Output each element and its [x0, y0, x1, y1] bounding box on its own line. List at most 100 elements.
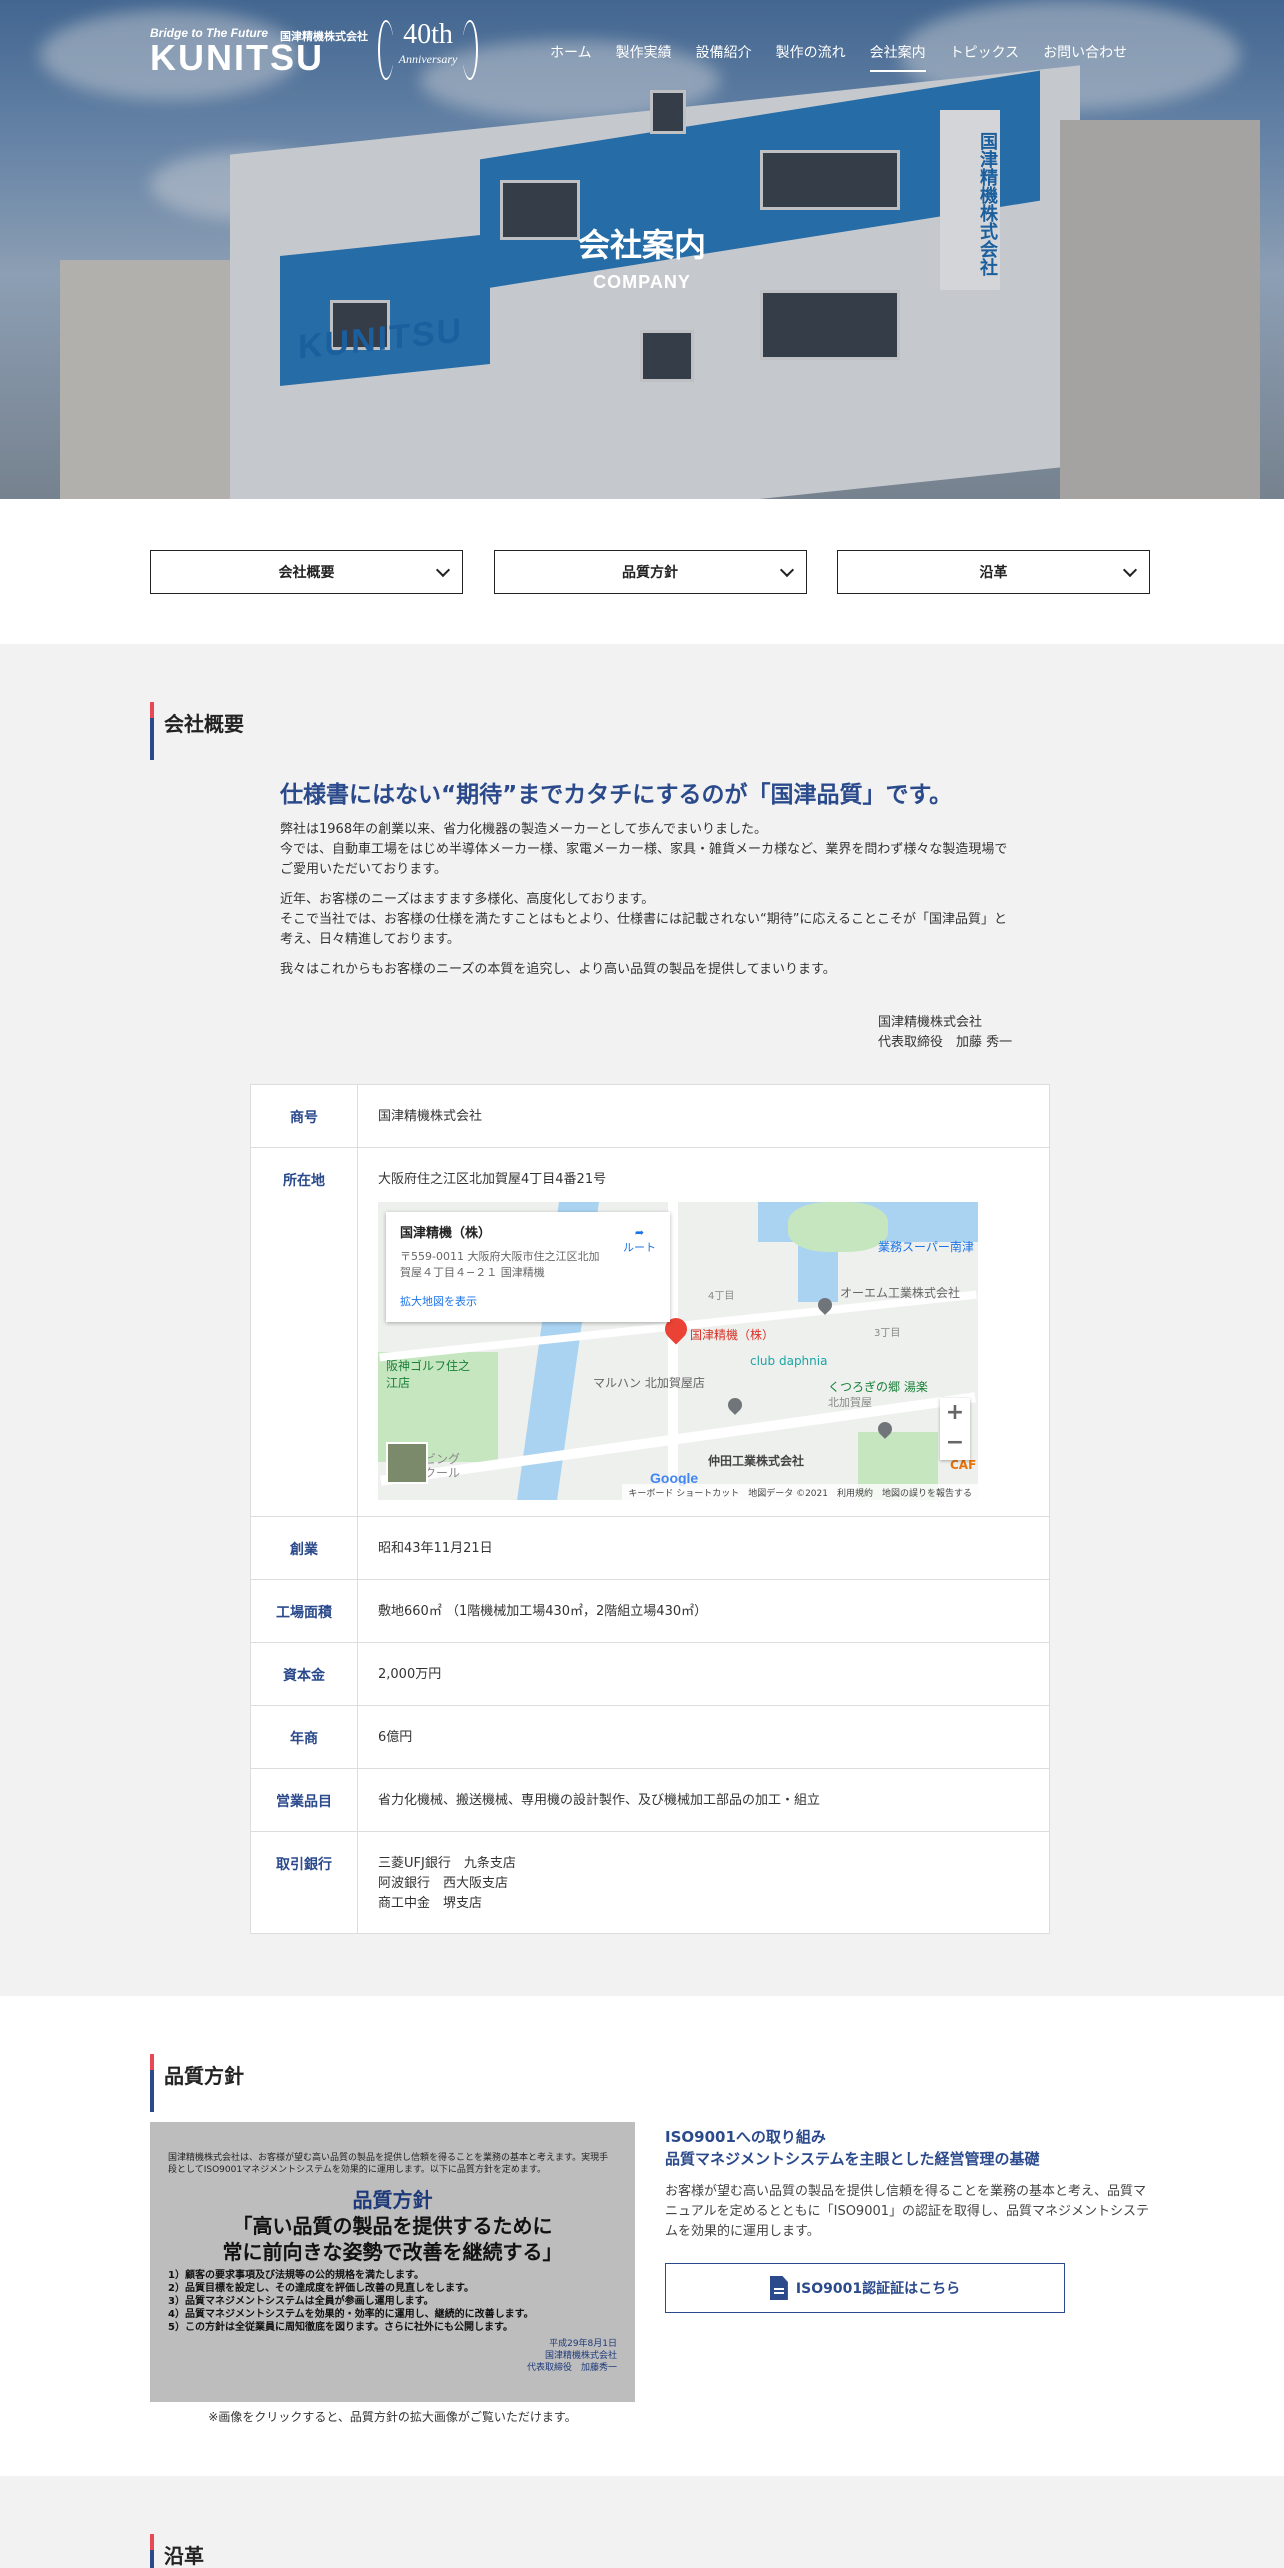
map-info-card: 国津精機（株） 〒559-0011 大阪府大阪市住之江区北加賀屋４丁目４−２１ … [386, 1212, 670, 1322]
global-nav: ホーム 製作実績 設備紹介 製作の流れ 会社案内 トピックス お問い合わせ [550, 42, 1151, 72]
map-label-marker: 国津精機（株） [690, 1328, 775, 1342]
map-label: マルハン 北加賀屋店 [593, 1376, 705, 1390]
map-zoom-control: + − [940, 1398, 970, 1460]
anchor-overview[interactable]: 会社概要 [150, 550, 463, 594]
row-label: 資本金 [251, 1643, 358, 1705]
policy-image-signature: 平成29年8月1日 国津精機株式会社 代表取締役 加藤秀一 [526, 2339, 617, 2373]
page-title-block: 会社案内 COMPANY [0, 220, 1284, 293]
nav-topics[interactable]: トピックス [950, 42, 1020, 62]
nav-flow[interactable]: 製作の流れ [776, 42, 846, 62]
chevron-down-icon [1122, 562, 1138, 578]
map-park [788, 1202, 888, 1252]
map-route-button[interactable]: ➦ ルート [623, 1226, 656, 1255]
table-row: 年商 6億円 [251, 1706, 1049, 1769]
address-text: 大阪府住之江区北加賀屋4丁目4番21号 [378, 1172, 607, 1187]
directions-icon: ➦ [634, 1226, 645, 1239]
quality-title-line1: ISO9001への取り組み [665, 2128, 826, 2146]
anchor-label: 品質方針 [622, 565, 678, 581]
row-value: 三菱UFJ銀行 九条支店 阿波銀行 西大阪支店 商工中金 堺支店 [378, 1856, 516, 1911]
intro-paragraph: 近年、お客様のニーズはますます多様化、高度化しております。 そこで当社では、お客… [280, 892, 1008, 947]
anniversary-badge: 40th Anniversary [378, 18, 478, 84]
intro-paragraph: 弊社は1968年の創業以来、省力化機器の製造メーカーとして歩んでまいりました。 … [280, 822, 1008, 877]
row-label: 工場面積 [251, 1580, 358, 1642]
chevron-down-icon [435, 562, 451, 578]
map-label: くつろぎの郷 湯楽 [828, 1380, 928, 1394]
map-label: 仲田工業株式会社 [708, 1454, 805, 1468]
google-map[interactable]: 業務スーパー南津 オーエム工業株式会社 club daphnia マルハン 北加… [378, 1202, 978, 1500]
quality-body: お客様が望む高い品質の製品を提供し信頼を得ることを業務の基本と考え、品質マニュア… [665, 2184, 1150, 2239]
policy-item: 1）顧客の要求事項及び法規等の公的規格を満たします。 [168, 2270, 424, 2281]
row-value: 6億円 [378, 1730, 413, 1745]
table-row: 営業品目 省力化機械、搬送機械、専用機の設計製作、及び機械加工部品の加工・組立 [251, 1769, 1049, 1832]
laurel-icon [462, 20, 478, 80]
policy-item: 5）この方針は全従業員に周知徹底を図ります。さらに社外にも公開します。 [168, 2322, 513, 2333]
map-label: オーエム工業株式会社 [840, 1286, 961, 1300]
row-label: 営業品目 [251, 1769, 358, 1831]
nav-home[interactable]: ホーム [550, 42, 592, 62]
site-logo[interactable]: Bridge to The Future 国津精機株式会社 KUNITSU [150, 26, 368, 78]
nav-equipment[interactable]: 設備紹介 [696, 42, 752, 62]
row-value: 2,000万円 [378, 1667, 442, 1682]
place-pin-icon[interactable] [725, 1395, 745, 1415]
map-footer: キーボード ショートカット 地図データ ©2021 利用規約 地図の誤りを報告す… [622, 1484, 978, 1500]
street-view-thumbnail[interactable] [386, 1442, 428, 1484]
policy-item: 4）品質マネジメントシステムを効果的・効率的に運用し、継続的に改善します。 [168, 2309, 534, 2320]
map-label: CAF [950, 1458, 977, 1472]
page-subtitle: COMPANY [593, 272, 691, 292]
hero-banner: KUNITSU 国津精機株式会社 Bridge to The Future 国津… [0, 0, 1284, 499]
signature-person: 代表取締役 加藤 秀一 [878, 1035, 1013, 1050]
iso-certificate-button[interactable]: ISO9001認証証はこちら [665, 2263, 1065, 2313]
row-label: 創業 [251, 1517, 358, 1579]
laurel-icon [378, 20, 394, 80]
intro-paragraph: 我々はこれからもお客様のニーズの本質を追究し、より高い品質の製品を提供してまいり… [280, 962, 836, 977]
page-title: 会社案内 [577, 226, 706, 264]
iso-button-label: ISO9001認証証はこちら [795, 2281, 961, 2297]
signature-company: 国津精機株式会社 [878, 1015, 983, 1030]
nav-works[interactable]: 製作実績 [616, 42, 672, 62]
policy-image-intro: 国津精機株式会社は、お客様が望む高い品質の製品を提供し信頼を得ることを業務の基本… [168, 2153, 609, 2175]
map-label: クール [424, 1466, 461, 1480]
logo-wordmark: KUNITSU [150, 37, 324, 78]
overview-catchphrase: 仕様書にはない“期待”までカタチにするのが「国津品質」です。 [280, 782, 953, 808]
zoom-out-button[interactable]: − [940, 1428, 970, 1458]
quality-title-line2: 品質マネジメントシステムを主眼とした経営管理の基礎 [665, 2150, 1040, 2168]
logo-company-jp: 国津精機株式会社 [280, 30, 368, 43]
row-value-address: 大阪府住之江区北加賀屋4丁目4番21号 業務スーパー南津 オーエム工業株式会社 … [358, 1148, 1049, 1516]
quality-image-note: ※画像をクリックすると、品質方針の拡大画像がご覧いただけます。 [208, 2410, 577, 2424]
chevron-down-icon [779, 562, 794, 578]
map-enlarge-link[interactable]: 拡大地図を表示 [400, 1293, 656, 1309]
table-row: 取引銀行 三菱UFJ銀行 九条支店 阿波銀行 西大阪支店 商工中金 堺支店 [251, 1832, 1049, 1933]
map-label: 4丁目 [708, 1291, 735, 1302]
ceo-signature: 国津精機株式会社 代表取締役 加藤 秀一 [878, 1013, 1012, 1053]
policy-item: 3）品質マネジメントシステムは全員が参画し運用します。 [168, 2296, 434, 2307]
table-row: 商号 国津精機株式会社 [251, 1085, 1049, 1148]
table-row: 所在地 大阪府住之江区北加賀屋4丁目4番21号 業務スーパー南津 オーエム工業株… [251, 1148, 1049, 1517]
row-value: 省力化機械、搬送機械、専用機の設計製作、及び機械加工部品の加工・組立 [378, 1793, 821, 1808]
anchor-history[interactable]: 沿革 [837, 550, 1150, 594]
anchor-links: 会社概要 品質方針 沿革 [150, 550, 1150, 594]
section-heading-history: 沿革 [150, 2534, 204, 2568]
row-label: 所在地 [251, 1148, 358, 1516]
row-value: 敷地660㎡ （1階機械加工場430㎡，2階組立場430㎡） [378, 1604, 708, 1619]
section-heading-overview: 会社概要 [150, 702, 244, 760]
route-label: ルート [623, 1241, 656, 1254]
anchor-label: 会社概要 [278, 565, 335, 581]
table-row: 工場面積 敷地660㎡ （1階機械加工場430㎡，2階組立場430㎡） [251, 1580, 1049, 1643]
row-label: 取引銀行 [251, 1832, 358, 1933]
quality-policy-image[interactable]: 国津精機株式会社は、お客様が望む高い品質の製品を提供し信頼を得ることを業務の基本… [150, 2122, 635, 2402]
nav-contact[interactable]: お問い合わせ [1043, 42, 1127, 62]
anchor-quality[interactable]: 品質方針 [493, 550, 807, 594]
map-place-name: 国津精機（株） [400, 1226, 492, 1241]
nav-company[interactable]: 会社案内 [869, 42, 926, 72]
row-label: 商号 [251, 1085, 358, 1147]
map-label: 阪神ゴルフ住之江店 [386, 1359, 471, 1390]
map-label: club daphnia [750, 1354, 828, 1368]
zoom-in-button[interactable]: + [940, 1398, 970, 1428]
map-label: 北加賀屋 [828, 1396, 872, 1409]
policy-image-slogan: 「高い品質の製品を提供するために 常に前向きな姿勢で改善を継続する」 [222, 2214, 563, 2264]
policy-image-title: 品質方針 [352, 2188, 433, 2212]
quality-title: ISO9001への取り組み 品質マネジメントシステムを主眼とした経営管理の基礎 [665, 2126, 1040, 2170]
table-row: 創業 昭和43年11月21日 [251, 1517, 1049, 1580]
row-value: 昭和43年11月21日 [378, 1541, 493, 1556]
map-label: 3丁目 [874, 1328, 901, 1339]
